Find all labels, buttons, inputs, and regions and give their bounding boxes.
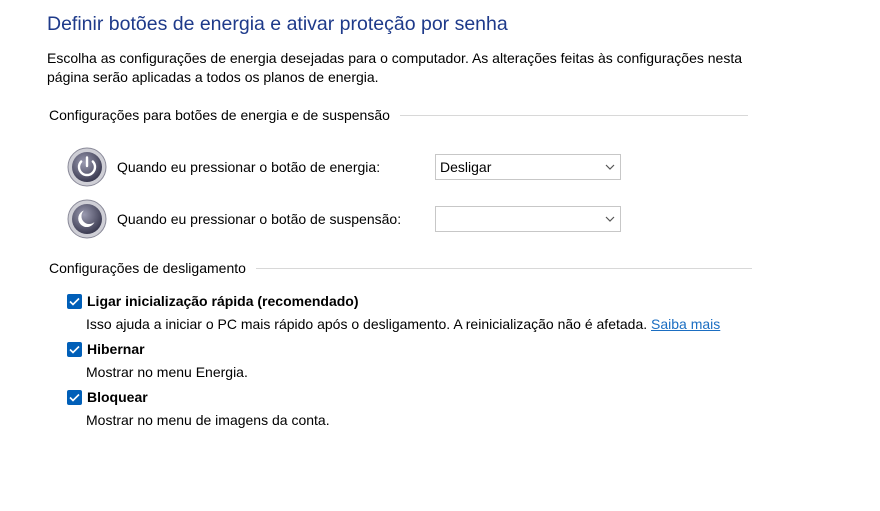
- sleep-button-label: Quando eu pressionar o botão de suspensã…: [117, 211, 402, 227]
- shutdown-group-header: Configurações de desligamento: [49, 260, 752, 276]
- power-buttons-group-header: Configurações para botões de energia e d…: [49, 107, 748, 123]
- hibernate-label[interactable]: Hibernar: [87, 341, 145, 357]
- group-divider: [399, 114, 748, 116]
- dropdown-value: Desligar: [440, 159, 492, 175]
- fast-startup-description: Isso ajuda a iniciar o PC mais rápido ap…: [86, 316, 720, 332]
- checkmark-icon: [69, 297, 80, 306]
- learn-more-link[interactable]: Saiba mais: [651, 316, 720, 332]
- power-button-action-dropdown[interactable]: Desligar: [435, 154, 621, 180]
- checkmark-icon: [69, 345, 80, 354]
- power-buttons-header-label: Configurações para botões de energia e d…: [49, 107, 390, 123]
- lock-description: Mostrar no menu de imagens da conta.: [86, 412, 330, 428]
- hibernate-description: Mostrar no menu Energia.: [86, 364, 248, 380]
- sleep-button-row: Quando eu pressionar o botão de suspensã…: [67, 199, 627, 239]
- sleep-button-icon: [67, 199, 107, 239]
- shutdown-header-label: Configurações de desligamento: [49, 260, 246, 276]
- power-button-label: Quando eu pressionar o botão de energia:: [117, 159, 381, 175]
- fast-startup-label[interactable]: Ligar inicialização rápida (recomendado): [87, 293, 359, 309]
- group-divider: [255, 267, 752, 269]
- power-button-icon: [67, 147, 107, 187]
- lock-checkbox[interactable]: [67, 390, 82, 405]
- checkmark-icon: [69, 393, 80, 402]
- lock-label[interactable]: Bloquear: [87, 389, 148, 405]
- page-title: Definir botões de energia e ativar prote…: [47, 13, 508, 35]
- fast-startup-checkbox[interactable]: [67, 294, 82, 309]
- chevron-down-icon: [605, 216, 615, 222]
- power-button-row: Quando eu pressionar o botão de energia:…: [67, 147, 627, 187]
- hibernate-checkbox[interactable]: [67, 342, 82, 357]
- power-options-page: Definir botões de energia e ativar prote…: [0, 0, 880, 511]
- fast-startup-description-text: Isso ajuda a iniciar o PC mais rápido ap…: [86, 316, 648, 332]
- sleep-button-action-dropdown[interactable]: [435, 206, 621, 232]
- chevron-down-icon: [605, 164, 615, 170]
- page-intro: Escolha as configurações de energia dese…: [47, 50, 742, 85]
